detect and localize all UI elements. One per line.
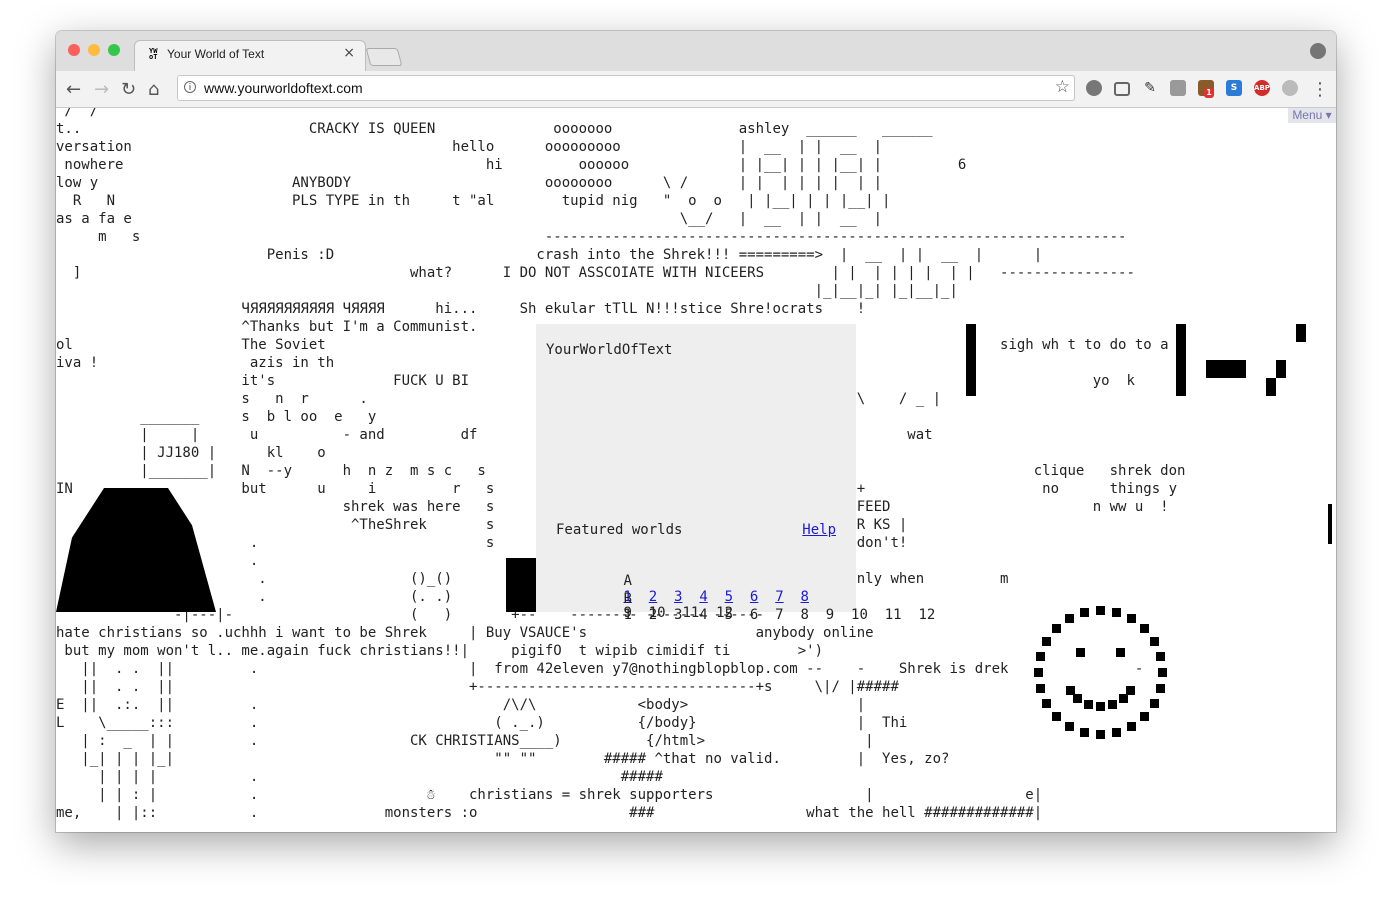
badge-count: 1 — [1204, 88, 1214, 98]
refresh-icon[interactable] — [1086, 80, 1102, 96]
block-art — [506, 558, 536, 612]
info-panel: YourWorldOfText Featured worlds Help A 1… — [536, 324, 935, 623]
smiley-pixel — [1127, 614, 1136, 624]
pin-icon[interactable]: ✎ — [1142, 80, 1158, 96]
smiley-pixel — [1065, 614, 1074, 624]
smiley-pixel — [1112, 608, 1122, 618]
smiley-mouth — [1126, 685, 1136, 695]
smiley-pixel — [1034, 668, 1043, 677]
row-b-label: B — [623, 591, 632, 607]
camera-icon[interactable] — [1170, 80, 1186, 96]
block-art — [1266, 378, 1276, 396]
profile-icon[interactable] — [1310, 43, 1326, 59]
smiley-pixel — [1149, 699, 1159, 708]
smiley-pixel — [1052, 624, 1062, 634]
block-art — [1296, 324, 1306, 342]
tab-bar: YW oT Your World of Text × — [56, 31, 1336, 71]
smiley-pixel — [1112, 727, 1122, 737]
smiley-mouth — [1108, 700, 1118, 709]
tab-close-icon[interactable]: × — [343, 45, 355, 61]
new-tab-button[interactable] — [365, 48, 403, 66]
close-window-button[interactable] — [68, 44, 80, 56]
s-icon[interactable]: S — [1226, 80, 1242, 96]
smiley-pixel — [1096, 730, 1105, 739]
help-link[interactable]: Help — [802, 522, 836, 538]
smiley-pixel — [1127, 721, 1136, 731]
smiley-pixel — [1149, 637, 1159, 646]
block-art — [966, 324, 976, 396]
featured-worlds-label: Featured worlds — [556, 522, 683, 538]
smiley-pixel — [1036, 651, 1046, 661]
home-icon[interactable]: ⌂ — [148, 79, 159, 100]
favicon-icon: YW oT — [149, 47, 158, 61]
block-art — [1328, 504, 1332, 544]
smiley-pixel — [1042, 637, 1052, 646]
world-canvas[interactable]: / / t.. CRACKY IS QUEEN ooooooo ashley _… — [56, 108, 1336, 832]
smiley-mouth — [1083, 700, 1093, 709]
tab-your-world-of-text[interactable]: YW oT Your World of Text × — [134, 40, 366, 71]
smiley-pixel — [1065, 721, 1074, 731]
info-icon[interactable]: i — [184, 81, 196, 93]
cloud-icon[interactable] — [1282, 80, 1298, 96]
smiley-eye — [1076, 648, 1085, 657]
smiley-pixel — [1052, 711, 1062, 721]
smiley-pixel — [1042, 699, 1052, 708]
smiley-mouth — [1118, 694, 1128, 704]
smiley-eye — [1116, 648, 1125, 657]
abp-icon[interactable]: ABP — [1254, 80, 1270, 96]
block-art — [1176, 324, 1186, 396]
minimize-window-button[interactable] — [88, 44, 100, 56]
row-b-plain: 1 2 3 4 5 6 7 8 9 10 11 12 — [623, 607, 936, 623]
smiley-pixel — [1079, 727, 1089, 737]
maximize-window-button[interactable] — [108, 44, 120, 56]
smiley-pixel — [1155, 651, 1165, 661]
smiley-pixel — [1139, 624, 1149, 634]
screen-icon[interactable] — [1114, 82, 1130, 96]
browser-window: YW oT Your World of Text × ← → ↻ ⌂ i www… — [56, 31, 1336, 832]
browser-menu-icon[interactable]: ⋮ — [1311, 79, 1329, 100]
forward-icon[interactable]: → — [94, 79, 109, 100]
panel-title: YourWorldOfText — [546, 342, 673, 358]
smiley-pixel — [1139, 711, 1149, 721]
url-text[interactable]: www.yourworldoftext.com — [204, 80, 363, 96]
smiley-pixel — [1158, 668, 1167, 677]
menu-button[interactable]: Menu ▾ — [1288, 108, 1336, 123]
address-bar[interactable]: i www.yourworldoftext.com ☆ — [177, 75, 1075, 101]
smiley-mouth — [1096, 702, 1105, 711]
smiley-pixel — [1096, 606, 1105, 615]
tab-title: Your World of Text — [167, 47, 265, 61]
block-art — [1276, 360, 1286, 378]
smiley-mouth — [1073, 694, 1083, 704]
bookmark-star-icon[interactable]: ☆ — [1055, 77, 1070, 97]
back-icon[interactable]: ← — [66, 79, 81, 100]
reload-icon[interactable]: ↻ — [121, 79, 136, 100]
featured-row-b: B 1 2 3 4 5 6 7 8 9 10 11 12 — [556, 575, 935, 639]
smiley-pixel — [1036, 684, 1046, 694]
browser-toolbar: ← → ↻ ⌂ i www.yourworldoftext.com ☆ ✎ 1 … — [56, 71, 1336, 108]
smiley-pixel — [1079, 608, 1089, 618]
smiley-pixel — [1155, 684, 1165, 694]
block-art — [1206, 360, 1246, 378]
smiley-mouth — [1065, 685, 1075, 695]
